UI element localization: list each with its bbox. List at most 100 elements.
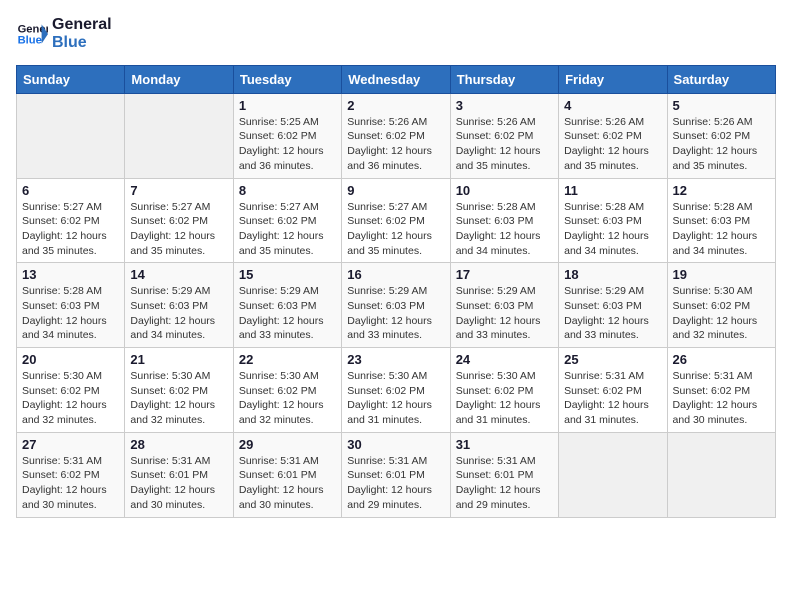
calendar-cell: 19 Sunrise: 5:30 AM Sunset: 6:02 PM Dayli… (667, 263, 775, 348)
day-number: 10 (456, 183, 553, 198)
day-number: 20 (22, 352, 119, 367)
calendar-cell: 31 Sunrise: 5:31 AM Sunset: 6:01 PM Dayli… (450, 432, 558, 517)
calendar-cell: 22 Sunrise: 5:30 AM Sunset: 6:02 PM Dayli… (233, 348, 341, 433)
calendar-cell: 30 Sunrise: 5:31 AM Sunset: 6:01 PM Dayli… (342, 432, 450, 517)
day-number: 14 (130, 267, 227, 282)
day-number: 4 (564, 98, 661, 113)
calendar-cell: 13 Sunrise: 5:28 AM Sunset: 6:03 PM Dayli… (17, 263, 125, 348)
day-number: 16 (347, 267, 444, 282)
day-info: Sunrise: 5:28 AM Sunset: 6:03 PM Dayligh… (22, 284, 119, 343)
day-info: Sunrise: 5:31 AM Sunset: 6:01 PM Dayligh… (239, 454, 336, 513)
calendar-week-2: 6Sunrise: 5:27 AM Sunset: 6:02 PM Daylig… (17, 178, 776, 263)
calendar-cell: 24 Sunrise: 5:30 AM Sunset: 6:02 PM Dayli… (450, 348, 558, 433)
logo: General Blue General Blue (16, 16, 112, 53)
day-info: Sunrise: 5:26 AM Sunset: 6:02 PM Dayligh… (347, 115, 444, 174)
day-number: 23 (347, 352, 444, 367)
weekday-header-monday: Monday (125, 65, 233, 93)
day-info: Sunrise: 5:28 AM Sunset: 6:03 PM Dayligh… (673, 200, 770, 259)
calendar-cell: 2 Sunrise: 5:26 AM Sunset: 6:02 PM Daylig… (342, 93, 450, 178)
day-info: Sunrise: 5:29 AM Sunset: 6:03 PM Dayligh… (239, 284, 336, 343)
day-number: 3 (456, 98, 553, 113)
day-number: 31 (456, 437, 553, 452)
calendar-cell: 5 Sunrise: 5:26 AM Sunset: 6:02 PM Daylig… (667, 93, 775, 178)
day-number: 12 (673, 183, 770, 198)
day-number: 1 (239, 98, 336, 113)
calendar-cell: 8 Sunrise: 5:27 AM Sunset: 6:02 PM Daylig… (233, 178, 341, 263)
day-number: 24 (456, 352, 553, 367)
calendar-cell: 16 Sunrise: 5:29 AM Sunset: 6:03 PM Dayli… (342, 263, 450, 348)
day-number: 30 (347, 437, 444, 452)
day-info: Sunrise: 5:30 AM Sunset: 6:02 PM Dayligh… (239, 369, 336, 428)
calendar-cell: 20 Sunrise: 5:30 AM Sunset: 6:02 PM Dayli… (17, 348, 125, 433)
day-number: 25 (564, 352, 661, 367)
day-number: 7 (130, 183, 227, 198)
calendar-cell (17, 93, 125, 178)
day-info: Sunrise: 5:26 AM Sunset: 6:02 PM Dayligh… (673, 115, 770, 174)
day-number: 27 (22, 437, 119, 452)
day-info: Sunrise: 5:30 AM Sunset: 6:02 PM Dayligh… (347, 369, 444, 428)
day-info: Sunrise: 5:27 AM Sunset: 6:02 PM Dayligh… (239, 200, 336, 259)
weekday-header-saturday: Saturday (667, 65, 775, 93)
weekday-header-wednesday: Wednesday (342, 65, 450, 93)
calendar-cell (125, 93, 233, 178)
day-info: Sunrise: 5:26 AM Sunset: 6:02 PM Dayligh… (456, 115, 553, 174)
page-header: General Blue General Blue (16, 16, 776, 53)
logo-icon: General Blue (16, 18, 48, 50)
logo-general: General (52, 16, 112, 34)
day-info: Sunrise: 5:30 AM Sunset: 6:02 PM Dayligh… (673, 284, 770, 343)
day-info: Sunrise: 5:30 AM Sunset: 6:02 PM Dayligh… (456, 369, 553, 428)
calendar-cell: 3 Sunrise: 5:26 AM Sunset: 6:02 PM Daylig… (450, 93, 558, 178)
day-info: Sunrise: 5:27 AM Sunset: 6:02 PM Dayligh… (22, 200, 119, 259)
weekday-header-tuesday: Tuesday (233, 65, 341, 93)
day-info: Sunrise: 5:30 AM Sunset: 6:02 PM Dayligh… (22, 369, 119, 428)
day-info: Sunrise: 5:31 AM Sunset: 6:01 PM Dayligh… (347, 454, 444, 513)
day-number: 11 (564, 183, 661, 198)
day-number: 22 (239, 352, 336, 367)
svg-text:Blue: Blue (18, 35, 42, 47)
calendar-cell: 23 Sunrise: 5:30 AM Sunset: 6:02 PM Dayli… (342, 348, 450, 433)
calendar-cell: 29 Sunrise: 5:31 AM Sunset: 6:01 PM Dayli… (233, 432, 341, 517)
calendar-cell: 25 Sunrise: 5:31 AM Sunset: 6:02 PM Dayli… (559, 348, 667, 433)
day-number: 19 (673, 267, 770, 282)
calendar-cell: 14 Sunrise: 5:29 AM Sunset: 6:03 PM Dayli… (125, 263, 233, 348)
day-number: 15 (239, 267, 336, 282)
weekday-header-friday: Friday (559, 65, 667, 93)
day-info: Sunrise: 5:31 AM Sunset: 6:01 PM Dayligh… (130, 454, 227, 513)
calendar-week-3: 13 Sunrise: 5:28 AM Sunset: 6:03 PM Dayli… (17, 263, 776, 348)
calendar-week-4: 20 Sunrise: 5:30 AM Sunset: 6:02 PM Dayli… (17, 348, 776, 433)
day-info: Sunrise: 5:30 AM Sunset: 6:02 PM Dayligh… (130, 369, 227, 428)
calendar-week-5: 27 Sunrise: 5:31 AM Sunset: 6:02 PM Dayli… (17, 432, 776, 517)
day-info: Sunrise: 5:29 AM Sunset: 6:03 PM Dayligh… (347, 284, 444, 343)
day-number: 28 (130, 437, 227, 452)
calendar-cell: 15 Sunrise: 5:29 AM Sunset: 6:03 PM Dayli… (233, 263, 341, 348)
day-number: 2 (347, 98, 444, 113)
calendar-cell: 11 Sunrise: 5:28 AM Sunset: 6:03 PM Dayli… (559, 178, 667, 263)
calendar-cell: 18 Sunrise: 5:29 AM Sunset: 6:03 PM Dayli… (559, 263, 667, 348)
day-number: 18 (564, 267, 661, 282)
day-info: Sunrise: 5:29 AM Sunset: 6:03 PM Dayligh… (130, 284, 227, 343)
day-info: Sunrise: 5:29 AM Sunset: 6:03 PM Dayligh… (456, 284, 553, 343)
calendar-week-1: 1Sunrise: 5:25 AM Sunset: 6:02 PM Daylig… (17, 93, 776, 178)
day-info: Sunrise: 5:31 AM Sunset: 6:01 PM Dayligh… (456, 454, 553, 513)
weekday-header-sunday: Sunday (17, 65, 125, 93)
day-info: Sunrise: 5:28 AM Sunset: 6:03 PM Dayligh… (456, 200, 553, 259)
calendar-cell: 17 Sunrise: 5:29 AM Sunset: 6:03 PM Dayli… (450, 263, 558, 348)
day-number: 29 (239, 437, 336, 452)
calendar-table: SundayMondayTuesdayWednesdayThursdayFrid… (16, 65, 776, 518)
day-info: Sunrise: 5:31 AM Sunset: 6:02 PM Dayligh… (22, 454, 119, 513)
day-info: Sunrise: 5:28 AM Sunset: 6:03 PM Dayligh… (564, 200, 661, 259)
calendar-cell: 1Sunrise: 5:25 AM Sunset: 6:02 PM Daylig… (233, 93, 341, 178)
day-number: 8 (239, 183, 336, 198)
day-number: 13 (22, 267, 119, 282)
calendar-cell: 6Sunrise: 5:27 AM Sunset: 6:02 PM Daylig… (17, 178, 125, 263)
calendar-cell: 4Sunrise: 5:26 AM Sunset: 6:02 PM Daylig… (559, 93, 667, 178)
day-info: Sunrise: 5:27 AM Sunset: 6:02 PM Dayligh… (130, 200, 227, 259)
day-info: Sunrise: 5:31 AM Sunset: 6:02 PM Dayligh… (673, 369, 770, 428)
calendar-cell: 12 Sunrise: 5:28 AM Sunset: 6:03 PM Dayli… (667, 178, 775, 263)
calendar-cell (559, 432, 667, 517)
day-number: 5 (673, 98, 770, 113)
day-number: 17 (456, 267, 553, 282)
day-info: Sunrise: 5:31 AM Sunset: 6:02 PM Dayligh… (564, 369, 661, 428)
day-info: Sunrise: 5:29 AM Sunset: 6:03 PM Dayligh… (564, 284, 661, 343)
day-number: 21 (130, 352, 227, 367)
